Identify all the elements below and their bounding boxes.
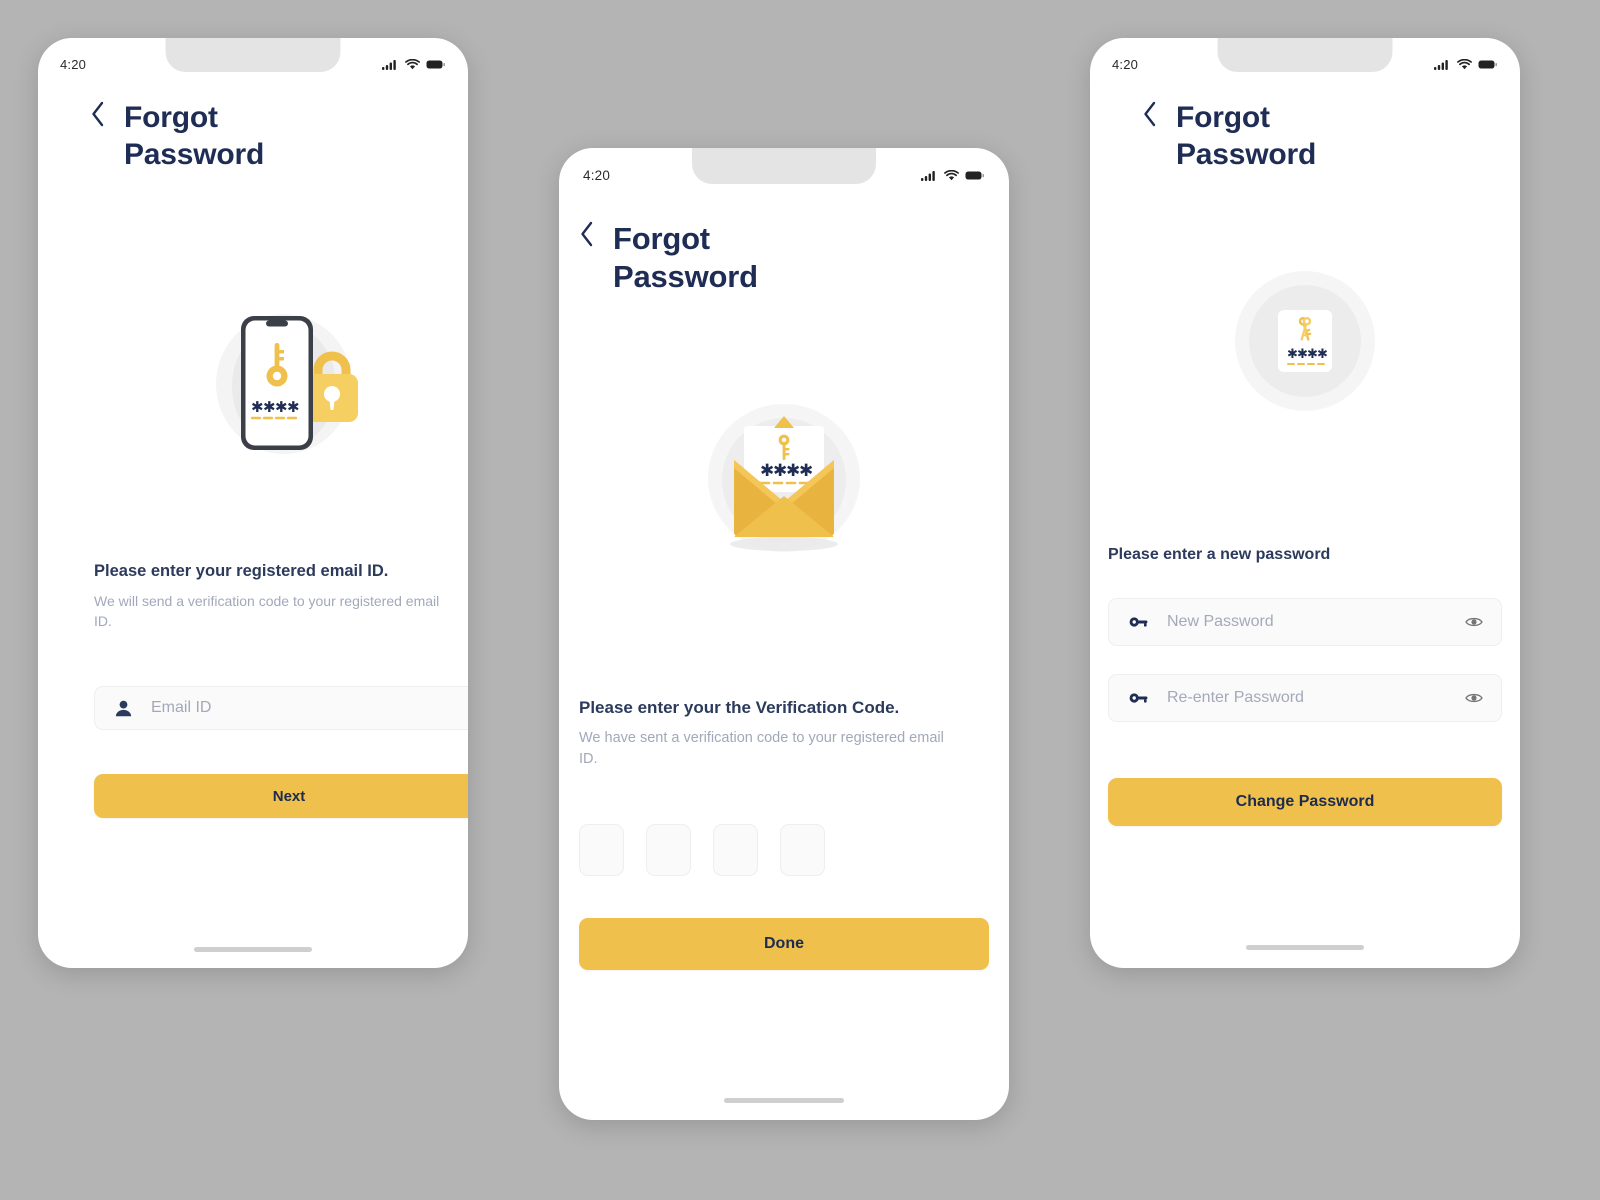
status-bar: 4:20 [1090,38,1520,80]
home-indicator [1246,945,1364,950]
prompt-title: Please enter your the Verification Code. [579,698,900,717]
phone-screen-new-password: 4:20 Forgot Password ✱ ✱ ✱ ✱ Please ente… [1090,38,1520,968]
eye-icon[interactable] [1465,692,1483,704]
home-indicator [194,947,312,952]
phone-screen-verification: 4:20 Forgot Password ✱ ✱ ✱ ✱ Please ente… [559,148,1009,1120]
svg-text:✱: ✱ [275,398,288,416]
done-button-label: Done [764,935,804,952]
status-bar: 4:20 [559,148,1009,192]
email-field[interactable]: Email ID [94,686,468,730]
envelope-key-illustration: ✱ ✱ ✱ ✱ [700,398,868,558]
status-icons [921,170,985,181]
prompt-title: Please enter a new password [1108,546,1331,563]
otp-digit-1[interactable] [579,824,624,876]
svg-text:✱: ✱ [1317,347,1328,362]
signal-icon [382,59,396,70]
eye-icon[interactable] [1465,616,1483,628]
svg-text:✱: ✱ [263,398,276,416]
prompt-title: Please enter your registered email ID. [94,562,389,580]
otp-input-row [579,824,825,876]
next-button[interactable]: Next [94,774,468,818]
battery-icon [426,60,445,68]
prompt-subtitle: We will send a verification code to your… [94,593,440,630]
otp-digit-3[interactable] [713,824,758,876]
back-chevron-icon[interactable] [579,220,595,248]
signal-icon [921,171,935,181]
page-title: Forgot Password [124,101,265,171]
status-time: 4:20 [583,168,611,183]
new-password-placeholder: New Password [1167,613,1274,630]
page-title: Forgot Password [613,221,758,294]
page-title: Forgot Password [1176,101,1317,171]
person-icon [111,699,135,718]
page-header: Forgot Password [1142,100,1316,173]
done-button[interactable]: Done [579,918,989,970]
change-password-button-label: Change Password [1235,793,1375,810]
otp-digit-4[interactable] [780,824,825,876]
phone-key-lock-illustration: ✱ ✱ ✱ ✱ [210,306,375,461]
new-password-field[interactable]: New Password [1108,598,1502,646]
back-chevron-icon[interactable] [1142,100,1158,128]
next-button-label: Next [272,787,306,805]
battery-icon [965,171,984,180]
reenter-password-placeholder: Re-enter Password [1167,689,1304,706]
page-header: Forgot Password [579,220,758,296]
status-icons [382,58,446,70]
key-icon [1127,615,1149,629]
change-password-button[interactable]: Change Password [1108,778,1502,826]
status-bar: 4:20 [38,38,468,80]
home-indicator [724,1098,844,1103]
page-header: Forgot Password [90,100,264,173]
signal-icon [1434,59,1448,70]
screenshot-canvas: 4:20 Forgot Password ✱ ✱ ✱ ✱ Please ente… [0,0,1600,1200]
reenter-password-field[interactable]: Re-enter Password [1108,674,1502,722]
svg-text:✱: ✱ [799,461,813,481]
status-time: 4:20 [1112,56,1139,72]
status-time: 4:20 [60,56,87,72]
card-keys-illustration: ✱ ✱ ✱ ✱ [1234,270,1376,412]
email-field-placeholder: Email ID [151,699,212,716]
otp-digit-2[interactable] [646,824,691,876]
key-icon [1127,691,1149,705]
phone-screen-email: 4:20 Forgot Password ✱ ✱ ✱ ✱ Please ente… [38,38,468,968]
svg-text:✱: ✱ [287,398,300,416]
wifi-icon [944,170,959,181]
battery-icon [1478,60,1497,68]
svg-text:✱: ✱ [251,398,264,416]
status-icons [1434,58,1498,70]
prompt-subtitle: We have sent a verification code to your… [579,730,944,768]
wifi-icon [405,58,420,69]
back-chevron-icon[interactable] [90,100,106,128]
wifi-icon [1457,58,1472,69]
